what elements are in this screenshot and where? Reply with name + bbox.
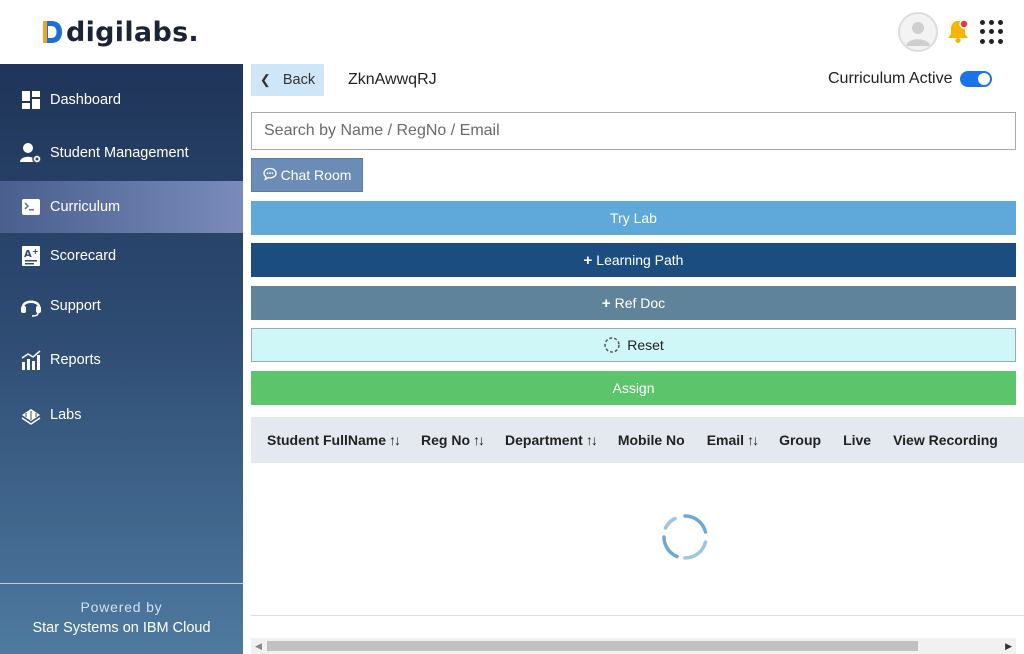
sidebar-item-dashboard[interactable]: Dashboard	[0, 74, 243, 126]
sidebar-item-label: Labs	[50, 407, 82, 423]
student-management-icon	[20, 142, 42, 164]
column-header-mobile: Mobile No	[617, 432, 685, 448]
reset-label: Reset	[627, 337, 664, 353]
curriculum-active-toggle[interactable]	[960, 71, 992, 87]
brand-logo[interactable]: digilabs.	[40, 14, 199, 50]
sidebar-item-label: Student Management	[50, 145, 189, 161]
top-bar: digilabs.	[0, 0, 1024, 64]
logo-mark-icon	[43, 21, 62, 43]
search-input[interactable]	[251, 112, 1016, 150]
main-content: ❮ Back ZknAwwqRJ Curriculum Active Chat …	[243, 64, 1024, 654]
reports-icon	[20, 349, 42, 371]
headset-icon	[20, 295, 42, 317]
sort-icon: ↑↓	[747, 432, 759, 448]
sort-icon: ↑↓	[585, 432, 598, 448]
bell-icon[interactable]	[944, 17, 972, 45]
chat-room-label: Chat Room	[280, 167, 352, 183]
curriculum-active-label: Curriculum Active	[828, 70, 953, 87]
students-table: Student FullName ↑↓ Reg No ↑↓ Department ↑↓…	[251, 417, 1024, 616]
sidebar-item-reports[interactable]: Reports	[0, 334, 243, 386]
sort-icon: ↑↓	[389, 432, 401, 448]
labs-icon	[20, 404, 42, 426]
sidebar-item-scorecard[interactable]: A + Scorecard	[0, 230, 243, 282]
scroll-left-icon[interactable]: ◀	[255, 641, 262, 652]
column-header-view-recording: View Recording	[893, 432, 998, 448]
powered-by-text: Powered by	[80, 599, 163, 615]
curriculum-icon	[20, 196, 42, 218]
scrollbar-thumb[interactable]	[267, 641, 918, 651]
table-header: Student FullName ↑↓ Reg No ↑↓ Department ↑↓…	[251, 417, 1024, 463]
ref-doc-button[interactable]: + Ref Doc	[251, 286, 1016, 320]
chat-bubble-icon	[262, 167, 277, 184]
ref-doc-label: Ref Doc	[614, 295, 666, 311]
sidebar-item-label: Reports	[50, 352, 101, 368]
column-header-regno[interactable]: Reg No ↑↓	[421, 432, 485, 448]
company-name: Star Systems on IBM Cloud	[32, 620, 211, 636]
sidebar-item-label: Dashboard	[50, 92, 121, 108]
sidebar-item-label: Curriculum	[50, 199, 121, 215]
grid-apps-icon[interactable]	[980, 20, 1004, 44]
scorecard-icon: A +	[20, 245, 42, 267]
plus-icon: +	[601, 294, 611, 312]
chat-room-button[interactable]: Chat Room	[251, 158, 363, 192]
try-lab-label: Try Lab	[610, 210, 657, 226]
assign-button[interactable]: Assign	[251, 371, 1016, 405]
sidebar-item-label: Scorecard	[50, 248, 117, 264]
back-button[interactable]: ❮ Back	[251, 64, 324, 96]
sort-icon: ↑↓	[473, 432, 485, 448]
svg-text:+: +	[32, 247, 39, 256]
assign-label: Assign	[612, 380, 655, 396]
sidebar-item-student-management[interactable]: Student Management	[0, 127, 243, 179]
loading-spinner-icon	[662, 514, 708, 560]
curriculum-title: ZknAwwqRJ	[348, 71, 437, 88]
sidebar-item-label: Support	[50, 298, 101, 314]
reset-button[interactable]: Reset	[251, 328, 1016, 362]
reset-icon	[604, 337, 620, 353]
sidebar-footer: Powered by Star Systems on IBM Cloud	[0, 583, 243, 654]
column-header-group: Group	[779, 432, 822, 448]
back-label: Back	[282, 72, 316, 88]
column-header-fullname[interactable]: Student FullName ↑↓	[267, 432, 401, 448]
column-header-live: Live	[843, 432, 872, 448]
chevron-left-icon: ❮	[259, 72, 271, 87]
learning-path-label: Learning Path	[596, 252, 684, 268]
plus-icon: +	[583, 251, 593, 269]
column-header-department[interactable]: Department ↑↓	[505, 432, 598, 448]
user-avatar-icon[interactable]	[898, 12, 938, 52]
sidebar-item-labs[interactable]: Labs	[0, 389, 243, 441]
sidebar: Dashboard Student Management Curriculum …	[0, 64, 243, 654]
learning-path-button[interactable]: + Learning Path	[251, 243, 1016, 277]
dashboard-icon	[20, 89, 42, 111]
column-header-email[interactable]: Email ↑↓	[707, 432, 759, 448]
scroll-right-icon[interactable]: ▶	[1005, 641, 1012, 652]
try-lab-button[interactable]: Try Lab	[251, 201, 1016, 235]
brand-name: digilabs.	[66, 16, 199, 48]
sidebar-item-curriculum[interactable]: Curriculum	[0, 181, 243, 233]
horizontal-scrollbar[interactable]: ◀ ▶	[251, 638, 1016, 654]
sidebar-item-support[interactable]: Support	[0, 280, 243, 332]
svg-text:A: A	[24, 249, 32, 260]
